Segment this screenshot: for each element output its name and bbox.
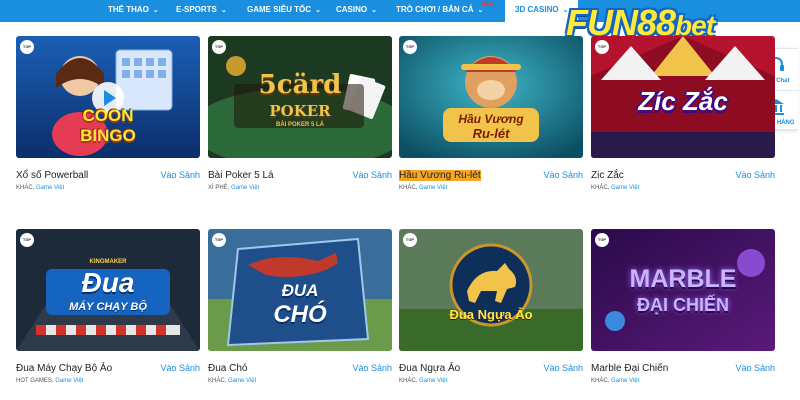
- game-meta: KHÁC, Game Việt: [208, 378, 257, 384]
- art-title: ĐUA: [281, 281, 319, 300]
- art-title: 5cärd: [258, 70, 342, 100]
- art-title: Hầu Vương: [458, 112, 524, 126]
- tgp-badge: TGP: [212, 233, 226, 247]
- tgp-badge: TGP: [212, 40, 226, 54]
- game-meta: KHÁC, Game Việt: [591, 185, 640, 191]
- art-title: Zíc Zắc: [638, 86, 728, 116]
- chevron-down-icon: ⌄: [315, 7, 321, 14]
- enter-lobby-link[interactable]: Vào Sảnh: [735, 363, 775, 373]
- game-meta: KHÁC, Game Việt: [399, 378, 448, 384]
- tgp-badge: TGP: [20, 233, 34, 247]
- game-thumbnail[interactable]: TGP 5cärd POKER BÀI POKER 5 LÁ: [208, 36, 392, 158]
- art-title: MARBLE: [629, 265, 737, 293]
- chevron-down-icon: ⌄: [152, 7, 159, 14]
- art-subtitle: CHÓ: [273, 301, 327, 328]
- nav-item-fast-games[interactable]: GAME SIÊU TỐC ⌄: [247, 0, 321, 22]
- game-meta: KHÁC, Game Việt: [399, 185, 448, 191]
- art-subtitle: POKER: [269, 102, 331, 120]
- enter-lobby-link[interactable]: Vào Sảnh: [160, 363, 200, 373]
- enter-lobby-link[interactable]: Vào Sảnh: [352, 363, 392, 373]
- game-thumbnail[interactable]: TGP Zíc Zắc: [591, 36, 775, 158]
- art-caption: BÀI POKER 5 LÁ: [275, 122, 324, 128]
- game-meta: HOT GAMES, Game Việt: [16, 378, 84, 384]
- tgp-badge: TGP: [403, 233, 417, 247]
- nav-item-esports[interactable]: E-SPORTS ⌄: [176, 0, 227, 22]
- enter-lobby-link[interactable]: Vào Sảnh: [543, 170, 583, 180]
- chevron-down-icon: ⌄: [220, 7, 227, 14]
- enter-lobby-link[interactable]: Vào Sảnh: [352, 170, 392, 180]
- art-subtitle: BINGO: [80, 126, 136, 145]
- nav-item-games-fishing[interactable]: TRÒ CHƠI / BẮN CÁ ⌄: [396, 0, 483, 22]
- game-thumbnail[interactable]: TGP COON BINGO: [16, 36, 200, 158]
- art-subtitle: Ru-lét: [472, 126, 510, 141]
- game-title[interactable]: Hầu Vương Ru-lét: [399, 170, 481, 181]
- enter-lobby-link[interactable]: Vào Sảnh: [735, 170, 775, 180]
- tgp-badge: TGP: [403, 40, 417, 54]
- nav-item-sports[interactable]: THỂ THAO ⌄: [108, 0, 159, 22]
- game-meta: KHÁC, Game Việt: [591, 378, 640, 384]
- game-title[interactable]: Đua Máy Chạy Bộ Ảo: [16, 363, 112, 374]
- art-subtitle: MÁY CHẠY BỘ: [69, 301, 147, 313]
- game-title[interactable]: Đua Chó: [208, 363, 247, 374]
- tgp-badge: TGP: [595, 40, 609, 54]
- game-meta: KHÁC, Game Việt: [16, 185, 65, 191]
- game-thumbnail[interactable]: TGP ĐUA CHÓ: [208, 229, 392, 351]
- game-title[interactable]: Zic Zắc: [591, 170, 624, 181]
- game-title[interactable]: Đua Ngựa Ảo: [399, 363, 460, 374]
- art-brand: KINGMAKER: [89, 259, 127, 265]
- art-title: Đua Ngựa Ảo: [449, 307, 533, 322]
- game-thumbnail[interactable]: TGP MARBLE ĐẠI CHIẾN: [591, 229, 775, 351]
- new-badge: NEW: [482, 1, 494, 7]
- art-subtitle: ĐẠI CHIẾN: [636, 295, 729, 315]
- game-title[interactable]: Xổ số Powerball: [16, 170, 88, 181]
- game-title[interactable]: Bài Poker 5 Lá: [208, 170, 274, 181]
- enter-lobby-link[interactable]: Vào Sảnh: [543, 363, 583, 373]
- tgp-badge: TGP: [595, 233, 609, 247]
- chevron-down-icon: ⌄: [371, 7, 377, 14]
- art-title: COON: [82, 106, 134, 125]
- nav-item-casino[interactable]: CASINO ⌄: [336, 0, 377, 22]
- game-thumbnail[interactable]: TGP KINGMAKER Đua MÁY CHẠY BỘ: [16, 229, 200, 351]
- game-thumbnail[interactable]: TGP Hầu Vương Ru-lét: [399, 36, 583, 158]
- game-thumbnail[interactable]: TGP Đua Ngựa Ảo: [399, 229, 583, 351]
- art-title: Đua: [81, 267, 135, 298]
- game-meta: XÌ PHÉ, Game Việt: [208, 185, 260, 191]
- tgp-badge: TGP: [20, 40, 34, 54]
- enter-lobby-link[interactable]: Vào Sảnh: [160, 170, 200, 180]
- game-title[interactable]: Marble Đại Chiến: [591, 363, 668, 374]
